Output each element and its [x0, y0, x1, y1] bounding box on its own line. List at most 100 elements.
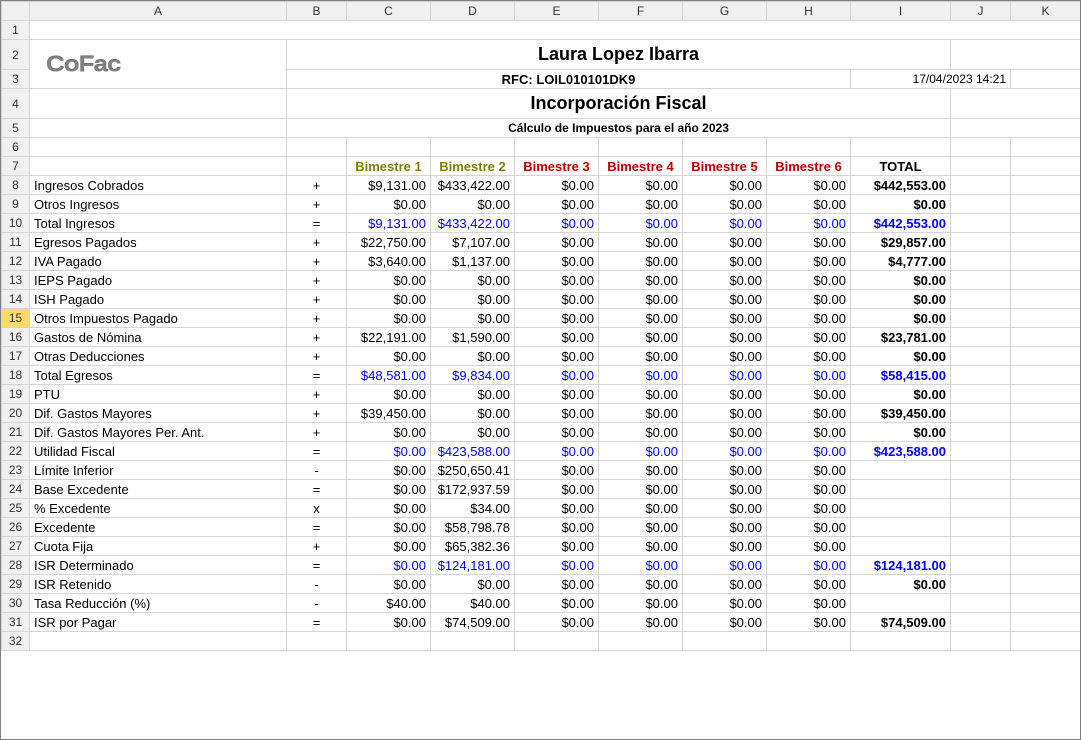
col-header[interactable]: E [515, 2, 599, 21]
cell[interactable] [1011, 385, 1081, 404]
cell[interactable] [951, 480, 1011, 499]
cell[interactable] [30, 21, 1081, 40]
value-cell[interactable]: $0.00 [515, 176, 599, 195]
value-cell[interactable]: $0.00 [431, 423, 515, 442]
cell[interactable] [951, 423, 1011, 442]
value-cell[interactable]: $0.00 [347, 385, 431, 404]
cell[interactable] [851, 138, 951, 157]
value-cell[interactable]: $40.00 [347, 594, 431, 613]
operator-cell[interactable]: = [287, 442, 347, 461]
value-cell[interactable]: $0.00 [767, 404, 851, 423]
value-cell[interactable]: $0.00 [599, 385, 683, 404]
value-cell[interactable]: $3,640.00 [347, 252, 431, 271]
value-cell[interactable]: $9,834.00 [431, 366, 515, 385]
cell[interactable] [951, 328, 1011, 347]
value-cell[interactable]: $9,131.00 [347, 176, 431, 195]
value-cell[interactable]: $0.00 [683, 366, 767, 385]
value-cell[interactable]: $0.00 [515, 271, 599, 290]
cell[interactable] [1011, 480, 1081, 499]
value-cell[interactable]: $0.00 [683, 556, 767, 575]
row-header[interactable]: 24 [2, 480, 30, 499]
value-cell[interactable]: $0.00 [767, 518, 851, 537]
total-cell[interactable]: $23,781.00 [851, 328, 951, 347]
value-cell[interactable]: $0.00 [767, 347, 851, 366]
cell[interactable] [951, 40, 1081, 70]
data-row[interactable]: 16Gastos de Nómina+$22,191.00$1,590.00$0… [2, 328, 1081, 347]
cell[interactable] [515, 138, 599, 157]
value-cell[interactable]: $0.00 [767, 613, 851, 632]
value-cell[interactable]: $0.00 [683, 537, 767, 556]
value-cell[interactable]: $0.00 [599, 404, 683, 423]
cell[interactable] [1011, 157, 1081, 176]
operator-cell[interactable]: + [287, 404, 347, 423]
cell[interactable] [951, 632, 1011, 651]
value-cell[interactable]: $40.00 [431, 594, 515, 613]
value-cell[interactable]: $0.00 [599, 537, 683, 556]
concept-label[interactable]: ISR Determinado [30, 556, 287, 575]
value-cell[interactable]: $0.00 [347, 613, 431, 632]
value-cell[interactable]: $0.00 [515, 328, 599, 347]
row-header[interactable]: 29 [2, 575, 30, 594]
row[interactable]: 32 [2, 632, 1081, 651]
total-cell[interactable] [851, 461, 951, 480]
data-row[interactable]: 24Base Excedente=$0.00$172,937.59$0.00$0… [2, 480, 1081, 499]
value-cell[interactable]: $0.00 [515, 347, 599, 366]
cell[interactable] [1011, 594, 1081, 613]
operator-cell[interactable]: + [287, 385, 347, 404]
value-cell[interactable]: $0.00 [515, 499, 599, 518]
data-row[interactable]: 17Otras Deducciones+$0.00$0.00$0.00$0.00… [2, 347, 1081, 366]
cell[interactable] [431, 632, 515, 651]
cell[interactable] [1011, 328, 1081, 347]
value-cell[interactable]: $0.00 [767, 385, 851, 404]
cell[interactable] [1011, 537, 1081, 556]
select-all-corner[interactable] [2, 2, 30, 21]
col-header[interactable]: H [767, 2, 851, 21]
row-header[interactable]: 22 [2, 442, 30, 461]
total-cell[interactable] [851, 537, 951, 556]
value-cell[interactable]: $0.00 [347, 290, 431, 309]
cell[interactable] [851, 632, 951, 651]
data-row[interactable]: 19PTU+$0.00$0.00$0.00$0.00$0.00$0.00$0.0… [2, 385, 1081, 404]
total-cell[interactable]: $0.00 [851, 347, 951, 366]
cell[interactable] [1011, 290, 1081, 309]
value-cell[interactable]: $0.00 [683, 214, 767, 233]
cell[interactable] [1011, 404, 1081, 423]
operator-cell[interactable]: = [287, 480, 347, 499]
value-cell[interactable]: $0.00 [767, 328, 851, 347]
col-header[interactable]: J [951, 2, 1011, 21]
value-cell[interactable]: $0.00 [599, 271, 683, 290]
row-header[interactable]: 5 [2, 119, 30, 138]
value-cell[interactable]: $0.00 [683, 252, 767, 271]
cell[interactable] [951, 366, 1011, 385]
cell[interactable] [1011, 195, 1081, 214]
value-cell[interactable]: $0.00 [515, 556, 599, 575]
row-header[interactable]: 28 [2, 556, 30, 575]
row-header[interactable]: 19 [2, 385, 30, 404]
value-cell[interactable]: $0.00 [767, 575, 851, 594]
value-cell[interactable]: $0.00 [683, 385, 767, 404]
value-cell[interactable]: $0.00 [431, 575, 515, 594]
cell[interactable] [951, 461, 1011, 480]
value-cell[interactable]: $433,422.00 [431, 214, 515, 233]
row-header[interactable]: 13 [2, 271, 30, 290]
cell[interactable] [1011, 518, 1081, 537]
operator-cell[interactable]: + [287, 271, 347, 290]
col-header[interactable]: F [599, 2, 683, 21]
col-header[interactable]: K [1011, 2, 1081, 21]
row-header[interactable]: 11 [2, 233, 30, 252]
value-cell[interactable]: $0.00 [767, 423, 851, 442]
value-cell[interactable]: $0.00 [767, 252, 851, 271]
cell[interactable] [1011, 214, 1081, 233]
value-cell[interactable]: $0.00 [599, 594, 683, 613]
value-cell[interactable]: $0.00 [599, 518, 683, 537]
concept-label[interactable]: Base Excedente [30, 480, 287, 499]
value-cell[interactable]: $0.00 [431, 290, 515, 309]
value-cell[interactable]: $22,191.00 [347, 328, 431, 347]
concept-label[interactable]: ISR por Pagar [30, 613, 287, 632]
data-row[interactable]: 30Tasa Reducción (%)-$40.00$40.00$0.00$0… [2, 594, 1081, 613]
value-cell[interactable]: $0.00 [515, 575, 599, 594]
value-cell[interactable]: $0.00 [599, 423, 683, 442]
data-row[interactable]: 9Otros Ingresos+$0.00$0.00$0.00$0.00$0.0… [2, 195, 1081, 214]
cell[interactable] [683, 632, 767, 651]
value-cell[interactable]: $0.00 [431, 347, 515, 366]
